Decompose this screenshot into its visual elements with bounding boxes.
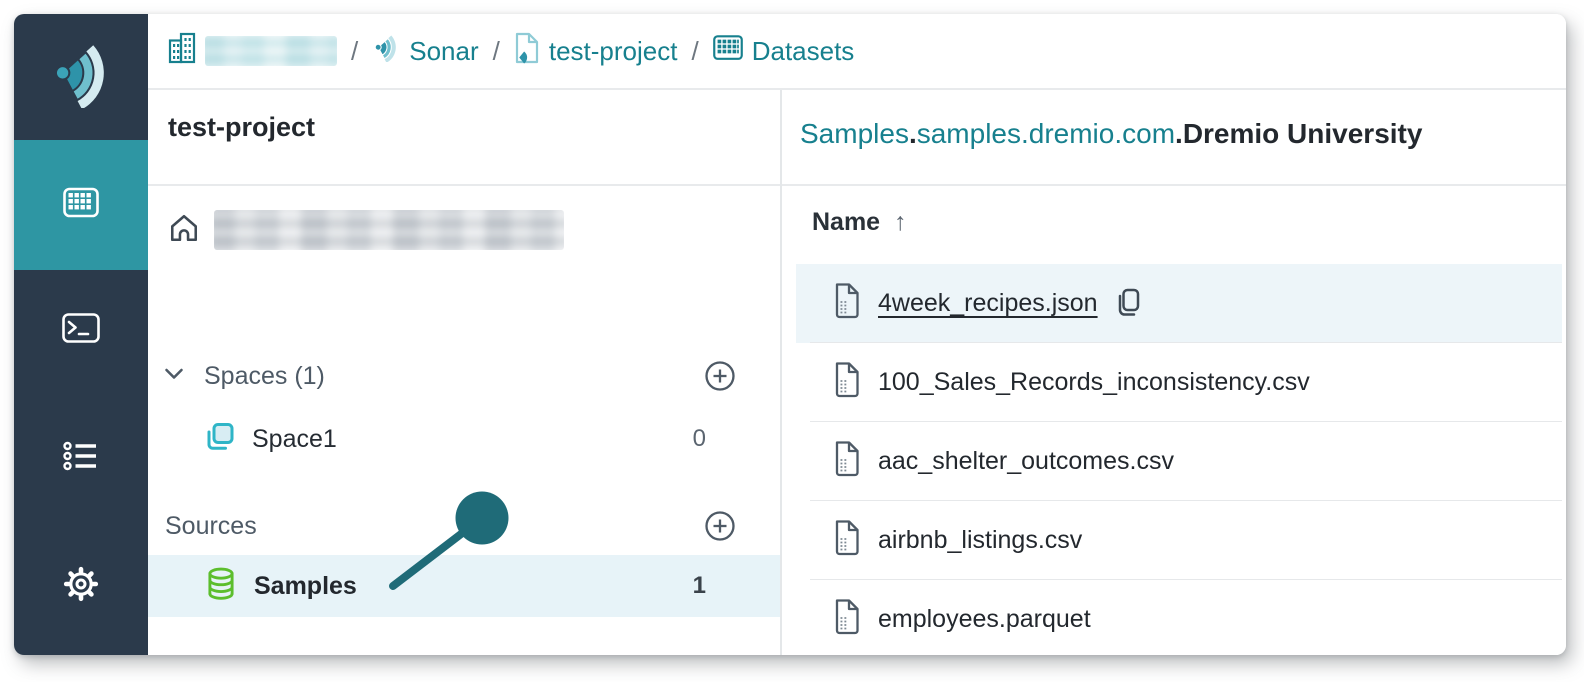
file-name[interactable]: airbnb_listings.csv (878, 526, 1082, 555)
organization-building-icon (168, 32, 196, 71)
file-icon (830, 360, 864, 405)
file-name[interactable]: 4week_recipes.json (878, 289, 1098, 318)
breadcrumb-organization[interactable] (168, 32, 337, 71)
add-space-button[interactable] (704, 360, 736, 392)
tree-item-space1[interactable]: Space1 0 (148, 416, 780, 462)
path-current-folder: Dremio University (1183, 118, 1423, 149)
datasets-grid-icon (713, 34, 743, 69)
file-name[interactable]: 100_Sales_Records_inconsistency.csv (878, 368, 1310, 397)
chevron-down-icon[interactable] (164, 367, 184, 386)
dremio-logo-icon (48, 42, 114, 113)
column-header-name-label: Name (812, 208, 880, 237)
samples-source-count: 1 (693, 572, 706, 600)
database-icon (204, 566, 238, 607)
space1-count: 0 (693, 425, 706, 453)
breadcrumb-project-label: test-project (549, 36, 678, 67)
breadcrumb-sonar-label: Sonar (409, 36, 478, 67)
sidebar-nav (14, 14, 148, 655)
breadcrumb-separator: / (351, 36, 358, 67)
screenshot-stage: / Sonar / (0, 0, 1584, 682)
space-icon (204, 421, 236, 458)
project-title: test-project (168, 112, 315, 143)
jobs-list-icon (63, 441, 99, 476)
settings-gear-icon (63, 566, 99, 607)
tree-item-home[interactable] (148, 206, 780, 254)
sql-terminal-icon (62, 313, 100, 348)
breadcrumb-datasets-label: Datasets (752, 36, 855, 67)
path-link-samples-dremio-com[interactable]: samples.dremio.com (917, 118, 1175, 149)
column-header-name[interactable]: Name ↑ (812, 208, 907, 237)
breadcrumb-separator: / (493, 36, 500, 67)
file-name[interactable]: aac_shelter_outcomes.csv (878, 447, 1174, 476)
tree-item-samples[interactable]: Samples 1 (148, 555, 780, 617)
samples-source-label: Samples (254, 572, 357, 601)
datasets-grid-icon (63, 187, 99, 224)
sidebar-item-sql-runner[interactable] (14, 270, 148, 390)
dataset-path-title: Samples.samples.dremio.com.Dremio Univer… (800, 118, 1422, 150)
breadcrumb: / Sonar / (148, 14, 1566, 90)
spaces-header-label: Spaces (1) (204, 362, 325, 391)
project-document-icon (514, 32, 540, 71)
file-row[interactable]: 100_Sales_Records_inconsistency.csv (796, 343, 1562, 422)
breadcrumb-project[interactable]: test-project (514, 32, 678, 71)
breadcrumb-datasets[interactable]: Datasets (713, 34, 855, 69)
file-row[interactable]: airbnb_listings.csv (796, 501, 1562, 580)
tree-section-spaces[interactable]: Spaces (1) (148, 356, 780, 396)
space1-label: Space1 (252, 425, 337, 454)
home-icon (168, 212, 200, 249)
sidebar-item-home-logo[interactable] (14, 14, 148, 140)
sort-ascending-icon: ↑ (894, 208, 907, 237)
file-icon (830, 281, 864, 326)
divider (782, 184, 1566, 186)
breadcrumb-sonar[interactable]: Sonar (372, 34, 478, 69)
sidebar-item-datasets[interactable] (14, 140, 148, 270)
path-dot: . (1175, 118, 1183, 149)
file-name[interactable]: employees.parquet (878, 605, 1091, 634)
divider (148, 184, 780, 186)
path-link-samples[interactable]: Samples (800, 118, 909, 149)
sidebar-item-jobs[interactable] (14, 398, 148, 518)
file-icon (830, 439, 864, 484)
sidebar-item-settings[interactable] (14, 518, 148, 655)
file-icon (830, 597, 864, 642)
dataset-browser-panel: Samples.samples.dremio.com.Dremio Univer… (782, 90, 1566, 655)
file-row[interactable]: employees.parquet (796, 580, 1562, 655)
copy-path-icon[interactable] (1112, 286, 1144, 322)
file-row[interactable]: 4week_recipes.json (796, 264, 1562, 343)
sources-header-label: Sources (165, 512, 257, 541)
home-label-redacted (214, 210, 564, 250)
add-source-button[interactable] (704, 510, 736, 542)
organization-name-redacted (205, 36, 337, 66)
file-row[interactable]: aac_shelter_outcomes.csv (796, 422, 1562, 501)
sonar-icon (372, 34, 400, 69)
breadcrumb-separator: / (691, 36, 698, 67)
tree-section-sources: Sources (148, 506, 780, 546)
file-list: 4week_recipes.json (796, 264, 1562, 655)
path-dot: . (909, 118, 917, 149)
project-tree-panel: test-project Spaces (1) (148, 90, 782, 655)
dremio-app-window: / Sonar / (14, 14, 1566, 655)
file-icon (830, 518, 864, 563)
